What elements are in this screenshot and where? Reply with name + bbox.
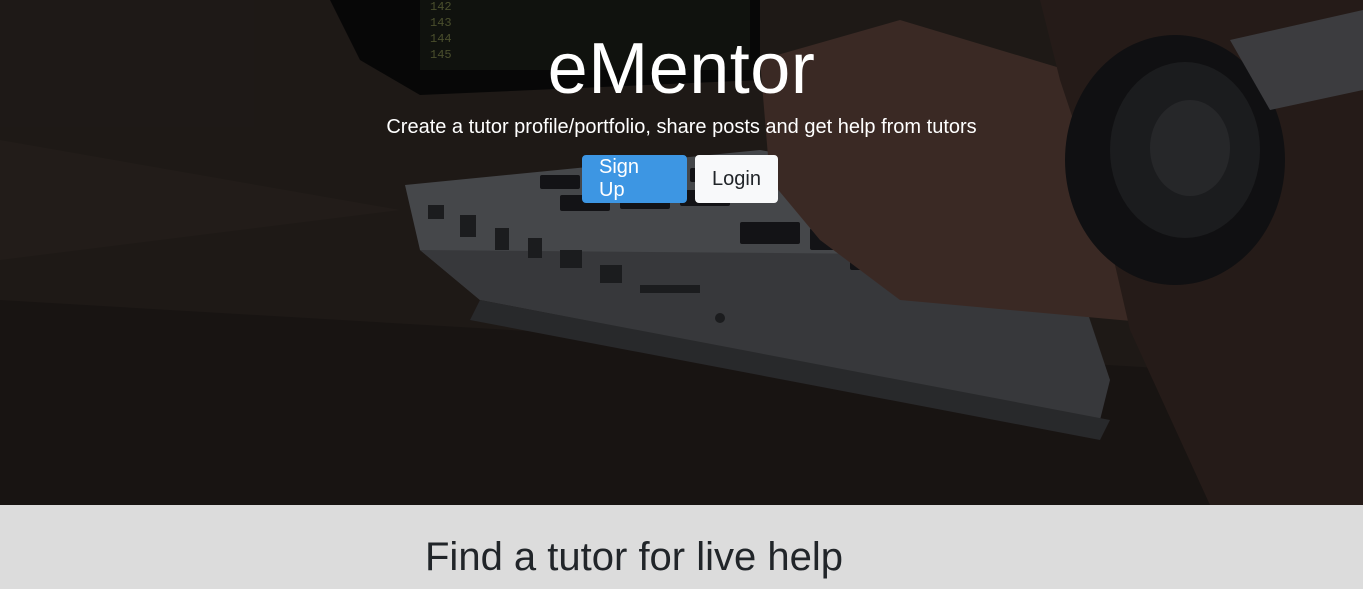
brand-title: eMentor xyxy=(547,29,816,110)
section-heading: Find a tutor for live help xyxy=(425,535,843,579)
hero-actions: Sign Up Login xyxy=(582,155,778,203)
login-button[interactable]: Login xyxy=(695,155,778,203)
hero-tagline: Create a tutor profile/portfolio, share … xyxy=(386,116,977,138)
find-tutor-section: Find a tutor for live help xyxy=(0,505,1363,589)
sign-up-button[interactable]: Sign Up xyxy=(582,155,687,203)
hero-section: 142 143 144 145 eMentor Create a tutor p… xyxy=(0,0,1363,505)
